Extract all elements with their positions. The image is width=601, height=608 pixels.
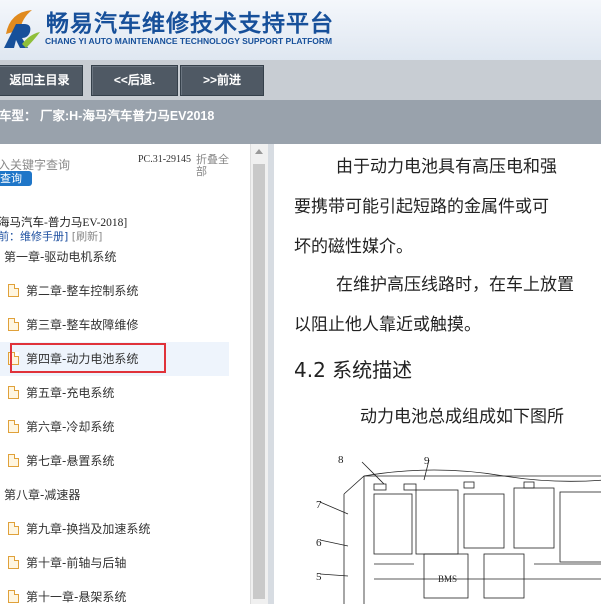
document-icon (8, 590, 19, 603)
battery-assembly-diagram: 8 9 7 6 5 BMS (316, 454, 601, 604)
scroll-up-icon[interactable] (255, 149, 263, 154)
tree-item-label: 第十章-前轴与后轴 (26, 556, 127, 570)
tree-item-chapter-7[interactable]: 第七章-悬置系统 (8, 450, 114, 472)
document-icon (8, 556, 19, 569)
sidebar: 入关键字查询 查询 PC.31-29145 折叠全部 海马汽车-普力马EV-20… (0, 144, 250, 604)
tree-item-label: 第九章-换挡及加速系统 (26, 522, 151, 536)
back-button[interactable]: <<后退. (91, 65, 178, 96)
document-icon (8, 386, 19, 399)
nav-bar: 返回主目录 <<后退. >>前进 (0, 60, 601, 100)
tree-item-chapter-6[interactable]: 第六章-冷却系统 (8, 416, 114, 438)
tree-item-label: 第三章-整车故障维修 (26, 318, 139, 332)
tree-item-label: 第五章-充电系统 (26, 386, 115, 400)
vehicle-bar: 车型： 厂家:H-海马汽车普力马EV2018 (0, 100, 601, 144)
document-icon (8, 318, 19, 331)
tree-item-label: 第七章-悬置系统 (26, 454, 115, 468)
diagram-label-9: 9 (424, 455, 430, 467)
tree-item-label: 第六章-冷却系统 (26, 420, 115, 434)
content-line: 动力电池总成组成如下图所 (360, 407, 564, 427)
content-line: 在维护高压线路时，在车上放置 (336, 275, 574, 295)
current-path: 前：维修手册] [刷新] (0, 228, 102, 244)
document-content: 由于动力电池具有高压电和强 要携带可能引起短路的金属件或可 坏的磁性媒介。 在维… (274, 144, 601, 604)
app-header: 畅易汽车维修技术支持平台 CHANG YI AUTO MAINTENANCE T… (0, 0, 601, 60)
pc-code: PC.31-29145 (138, 154, 192, 165)
scroll-thumb[interactable] (253, 164, 265, 599)
tree-item-label: 第二章-整车控制系统 (26, 284, 139, 298)
document-icon (8, 522, 19, 535)
tree-item-chapter-1[interactable]: 第一章-驱动电机系统 (4, 246, 116, 268)
diagram-label-bms: BMS (438, 574, 457, 584)
document-icon (8, 284, 19, 297)
diagram-label-6: 6 (316, 537, 322, 549)
forward-button[interactable]: >>前进 (180, 65, 264, 96)
document-icon (8, 454, 19, 467)
vehicle-info: 车型： 厂家:H-海马汽车普力马EV2018 (0, 109, 215, 123)
brand-title: 畅易汽车维修技术支持平台 (46, 11, 334, 37)
cy-logo-icon (4, 10, 40, 48)
content-line: 要携带可能引起短路的金属件或可 (294, 197, 549, 217)
brand-subtitle: CHANG YI AUTO MAINTENANCE TECHNOLOGY SUP… (45, 36, 333, 46)
home-button[interactable]: 返回主目录 (0, 65, 83, 96)
tree-item-chapter-9[interactable]: 第九章-换挡及加速系统 (8, 518, 150, 540)
section-heading: 4.2 系统描述 (294, 358, 413, 382)
search-button[interactable]: 查询 (0, 171, 32, 186)
document-icon (8, 420, 19, 433)
diagram-label-8: 8 (338, 454, 344, 466)
content-line: 坏的磁性媒介。 (294, 237, 413, 257)
tree-item-chapter-2[interactable]: 第二章-整车控制系统 (8, 280, 138, 302)
tree-item-chapter-8[interactable]: 第八章-减速器 (4, 484, 80, 506)
tree-item-chapter-3[interactable]: 第三章-整车故障维修 (8, 314, 138, 336)
diagram-label-7: 7 (316, 499, 322, 511)
tree-item-chapter-5[interactable]: 第五章-充电系统 (8, 382, 114, 404)
refresh-link[interactable]: [刷新] (72, 230, 103, 243)
content-line: 由于动力电池具有高压电和强 (336, 157, 557, 177)
content-line: 以阻止他人靠近或触摸。 (294, 315, 481, 335)
current-path-label: 前：维修手册] (0, 230, 69, 243)
sidebar-scrollbar[interactable] (250, 144, 268, 604)
selection-highlight (10, 343, 166, 373)
collapse-all-link[interactable]: 折叠全部 (196, 154, 236, 178)
tree-item-label: 第十一章-悬架系统 (26, 590, 127, 604)
tree-item-chapter-11[interactable]: 第十一章-悬架系统 (8, 586, 126, 608)
tree-item-chapter-10[interactable]: 第十章-前轴与后轴 (8, 552, 126, 574)
diagram-label-5: 5 (316, 571, 322, 583)
